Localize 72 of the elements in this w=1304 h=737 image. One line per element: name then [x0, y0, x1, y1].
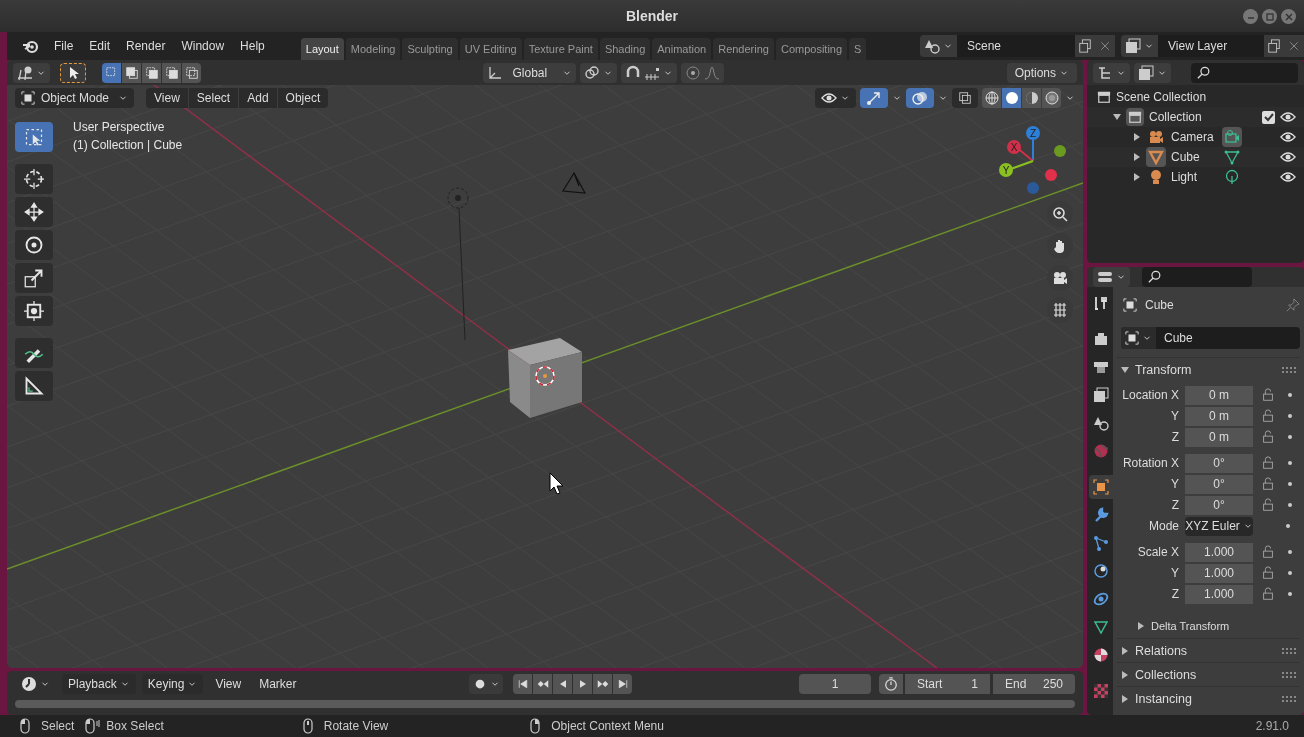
status-hint: Object Context Menu: [551, 719, 664, 733]
outliner-item[interactable]: Cube: [1171, 150, 1217, 164]
timeline-menu[interactable]: Marker: [253, 674, 303, 694]
workspace-tab[interactable]: Compositing: [775, 38, 848, 60]
workspace-tab[interactable]: UV Editing: [459, 38, 522, 60]
outliner-item[interactable]: Light: [1171, 170, 1217, 184]
number-field[interactable]: 0 m: [1185, 427, 1253, 447]
timeline-menu[interactable]: Playback: [62, 674, 136, 694]
number-field[interactable]: 1.000: [1185, 563, 1253, 583]
mode-dropdown[interactable]: Object Mode: [15, 87, 135, 108]
viewport-menu[interactable]: View: [146, 87, 188, 108]
outliner-item[interactable]: Collection: [1149, 110, 1202, 124]
menu-item[interactable]: Help: [232, 35, 273, 57]
field-label: Z: [1170, 430, 1180, 444]
object-name-field[interactable]: Cube: [1158, 331, 1193, 345]
field-label: Mode: [1147, 519, 1180, 533]
workspace-tab[interactable]: Layout: [300, 38, 344, 60]
viewport-menu[interactable]: Add: [239, 87, 277, 108]
start-frame-field[interactable]: Start 1: [905, 674, 990, 694]
number-field[interactable]: 0°: [1185, 453, 1253, 473]
status-hint: Rotate View: [323, 719, 389, 733]
number-field[interactable]: 1.000: [1185, 542, 1253, 562]
workspace-tab[interactable]: Texture Paint: [523, 38, 598, 60]
workspace-tab[interactable]: Animation: [652, 38, 712, 60]
status-hint: Box Select: [106, 719, 164, 733]
outliner-item[interactable]: Camera: [1171, 130, 1217, 144]
panel-header[interactable]: Relations: [1135, 643, 1188, 658]
viewport-menu[interactable]: Object: [277, 87, 329, 108]
current-frame-field[interactable]: 1: [799, 674, 871, 694]
object-name: Cube: [1145, 298, 1174, 312]
field-label: Z: [1170, 498, 1180, 512]
menu-item[interactable]: Render: [118, 35, 174, 57]
panel-header[interactable]: Instancing: [1135, 691, 1192, 706]
status-hint: Select: [41, 719, 75, 733]
number-field[interactable]: 1.000: [1185, 584, 1253, 604]
timeline-menu[interactable]: View: [209, 674, 248, 694]
menu-item[interactable]: Window: [173, 35, 233, 57]
menu-item[interactable]: Edit: [81, 35, 119, 57]
field-label: Rotation X: [1121, 456, 1180, 470]
timeline-menu[interactable]: Keying: [141, 674, 204, 694]
number-field[interactable]: 0°: [1185, 474, 1253, 494]
orientation-dropdown[interactable]: Global: [483, 62, 577, 83]
number-field[interactable]: 0°: [1185, 495, 1253, 515]
viewport-info-text: (1) Collection | Cube: [73, 138, 183, 152]
options-dropdown[interactable]: Options: [1006, 62, 1077, 83]
field-label: Y: [1170, 566, 1180, 580]
field-label: Z: [1170, 587, 1180, 601]
scene-field[interactable]: Scene: [957, 35, 1075, 57]
field-label: Scale X: [1136, 545, 1180, 559]
workspace-tab[interactable]: Shading: [599, 38, 651, 60]
workspace-tab[interactable]: S: [849, 38, 867, 60]
panel-header[interactable]: Transform: [1135, 362, 1192, 377]
workspace-tab[interactable]: Sculpting: [402, 38, 458, 60]
field-label: Y: [1170, 477, 1180, 491]
rotation-mode-dropdown[interactable]: XYZ Euler: [1185, 516, 1253, 536]
number-field[interactable]: 0 m: [1185, 406, 1253, 426]
view-layer-field[interactable]: View Layer: [1158, 35, 1264, 57]
workspace-tab[interactable]: Modeling: [345, 38, 401, 60]
viewport-menu[interactable]: Select: [188, 87, 239, 108]
field-label: Location X: [1121, 388, 1180, 402]
workspace-tab[interactable]: Rendering: [713, 38, 774, 60]
menu-item[interactable]: File: [46, 35, 82, 57]
field-label: Y: [1170, 409, 1180, 423]
viewport-info-text: User Perspective: [73, 120, 166, 134]
panel-header[interactable]: Collections: [1135, 667, 1197, 682]
end-frame-field[interactable]: End 250: [993, 674, 1075, 694]
axis-gizmo-drawing[interactable]: X Y Z: [999, 126, 1066, 194]
window-title: Blender: [625, 8, 679, 24]
outliner-item[interactable]: Scene Collection: [1116, 90, 1207, 104]
panel-header[interactable]: Delta Transform: [1151, 620, 1230, 632]
version-label: 2.91.0: [1255, 719, 1289, 733]
number-field[interactable]: 0 m: [1185, 385, 1253, 405]
